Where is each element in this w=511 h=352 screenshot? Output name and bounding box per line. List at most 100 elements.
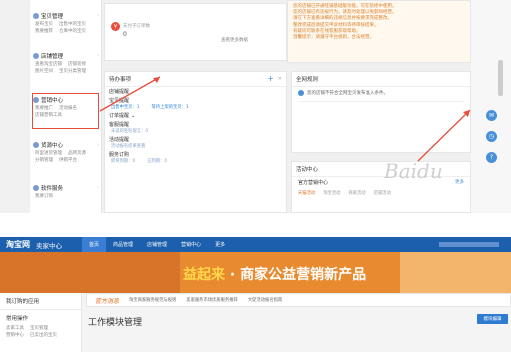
- chevron-right-icon: ›: [97, 13, 99, 19]
- todo-group-head[interactable]: 店铺提醒: [109, 88, 129, 95]
- news-item[interactable]: 卖家服务市场优质服务推荐: [186, 297, 238, 303]
- banner-brand: 益起来: [183, 267, 225, 283]
- sidebar-link[interactable]: 出售中的宝贝: [59, 21, 86, 27]
- todo-group-head[interactable]: 宝贝提醒: [109, 97, 129, 104]
- pay-icon: ¥: [111, 22, 120, 31]
- chevron-right-icon: ›: [97, 185, 99, 191]
- highlight-marketing-section: [32, 93, 99, 129]
- help-icon[interactable]: ?: [486, 152, 497, 163]
- nav-more[interactable]: 更多: [208, 237, 232, 252]
- banner-left-image: [0, 252, 180, 293]
- announcement-line: 温馨提示：请遵守平台规则，合法经营。: [293, 35, 374, 41]
- sidebar-section-goods[interactable]: 宝贝管理 › 发布宝贝 出售中的宝贝 我要推荐 仓库中的宝贝: [33, 12, 99, 34]
- stat-value: 0: [123, 31, 127, 38]
- software-icon: [33, 185, 39, 191]
- todo-item[interactable]: 已到期：0: [147, 158, 167, 164]
- sidebar-link[interactable]: 营销中心: [6, 332, 24, 338]
- tab-shop[interactable]: 店铺活动: [374, 190, 391, 196]
- activity-subtitle: 官方营销中心: [298, 180, 329, 186]
- chat-icon[interactable]: ✉: [486, 110, 497, 121]
- todo-item[interactable]: 活动报名结果查看: [111, 143, 145, 149]
- todo-group-head[interactable]: 订单提醒: [109, 112, 129, 119]
- todo-item[interactable]: 等待上架的宝贝：1: [152, 104, 189, 110]
- nav-goods[interactable]: 商品管理: [106, 237, 140, 252]
- rules-notice: 您的店铺不符合全网宝贝发布准入条件。: [307, 91, 388, 96]
- right-toolbar: [471, 0, 511, 213]
- todo-group-head[interactable]: 客服提醒: [109, 121, 129, 128]
- sidebar-link[interactable]: 卖家工具: [6, 325, 24, 331]
- supply-icon: [33, 142, 39, 148]
- banner-title: · 商家公益营销新产品: [225, 267, 367, 283]
- todo-item[interactable]: 未读的旺旺留言：0: [111, 128, 148, 134]
- todo-group-head[interactable]: 服务订购: [109, 151, 129, 158]
- tab-tmall[interactable]: 天猫活动: [298, 190, 315, 196]
- chevron-right-icon: ›: [97, 142, 99, 148]
- stat-label: 支付子订单数: [123, 24, 150, 29]
- shop-icon: [33, 53, 39, 59]
- clock-icon[interactable]: ◷: [486, 131, 497, 142]
- rules-title: 全网规则: [296, 77, 319, 83]
- sidebar-link[interactable]: 宝贝管理: [30, 325, 48, 331]
- activity-title: 活动中心: [296, 167, 319, 173]
- sidebar-link[interactable]: 店铺装修: [68, 61, 86, 67]
- official-news-title: 官方消息: [95, 297, 120, 305]
- nav-home[interactable]: 首页: [82, 237, 107, 252]
- spacer: [0, 213, 511, 237]
- announcement-panel: 您的店铺已开通旺铺基础版功能，可在装修中使用。 您的店铺已有违规行为，请及时处理…: [287, 0, 471, 63]
- top-nav: 淘宝网 卖家中心 首页 商品管理 店铺管理 营销中心 更多: [0, 237, 511, 252]
- sidebar-link[interactable]: 我要推荐: [35, 28, 53, 34]
- todo-panel: 待办事项 + ✕ 店铺提醒 ⌄ 宝贝提醒 出售中宝贝：1 等待上架的宝贝：1 订单提醒 ⌄…: [104, 71, 287, 213]
- official-news-bar: 官方消息 淘宝商家服务规范与规则 卖家服务市场优质服务推荐 大促活动报名指南: [86, 293, 511, 307]
- sidebar-link[interactable]: 供销平台: [59, 157, 77, 163]
- todo-item[interactable]: 出售中宝贝：1: [111, 104, 140, 110]
- todo-item[interactable]: 即将到期：0: [111, 158, 135, 164]
- activity-panel: 活动中心 官方营销中心 更多 天猫活动 淘宝活动 商家活动 店铺活动: [291, 161, 471, 213]
- promo-banner[interactable]: 益起来 · 商家公益营销新产品: [0, 252, 511, 293]
- left-sidebar-2: 我订购的应用 常用操作 卖家工具 宝贝管理 营销中心 已卖出的宝贝: [0, 293, 82, 352]
- chevron-down-icon: ⌄: [131, 88, 136, 95]
- chevron-down-icon: ⌄: [131, 112, 136, 119]
- chevron-right-icon: ›: [97, 53, 99, 59]
- sidebar-link[interactable]: 仓库中的宝贝: [59, 28, 86, 34]
- module-management-title: 工作模块管理: [88, 318, 143, 328]
- news-item[interactable]: 淘宝商家服务规范与规则: [129, 297, 176, 303]
- scrollbar-thumb[interactable]: [498, 60, 503, 96]
- seller-center-screenshot-2: 淘宝网 卖家中心 首页 商品管理 店铺管理 营销中心 更多 益起来 · 商家公益…: [0, 237, 511, 352]
- news-item[interactable]: 大促活动报名指南: [248, 297, 282, 303]
- user-info[interactable]: [439, 242, 499, 247]
- sidebar-link[interactable]: 图片空间: [35, 68, 53, 74]
- goods-icon: [33, 13, 39, 19]
- activity-more-link[interactable]: 更多: [455, 179, 464, 186]
- sidebar-link[interactable]: 品牌货源: [68, 150, 86, 156]
- sidebar-link[interactable]: 我要订购: [35, 193, 53, 199]
- baidu-watermark: Baidu: [384, 159, 443, 183]
- close-icon[interactable]: ✕: [278, 76, 282, 82]
- nav-shop[interactable]: 店铺管理: [140, 237, 174, 252]
- sidebar-section-shop[interactable]: 店铺管理 › 查看淘宝店铺 店铺装修 图片空间 宝贝分类管理: [33, 52, 99, 74]
- more-data-link[interactable]: 查看更多数据: [221, 37, 248, 43]
- module-edit-button[interactable]: 模块编辑: [477, 314, 508, 324]
- sidebar-link[interactable]: 查看淘宝店铺: [35, 61, 62, 67]
- taobao-logo[interactable]: 淘宝网: [0, 239, 30, 250]
- tab-taobao[interactable]: 淘宝活动: [323, 190, 340, 196]
- sidebar-section-software[interactable]: 软件服务 › 我要订购: [33, 184, 99, 199]
- my-apps-title[interactable]: 我订购的应用: [0, 293, 81, 310]
- tab-merchant[interactable]: 商家活动: [348, 190, 365, 196]
- sidebar-link[interactable]: 发布宝贝: [35, 21, 53, 27]
- todo-title: 待办事项: [109, 77, 132, 83]
- todo-group-head[interactable]: 活动提醒: [109, 136, 129, 143]
- sidebar-section-supply[interactable]: 货源中心 › 阿里进货管理 品牌货源 分销管理 供销平台: [33, 141, 99, 163]
- main-content-2: 官方消息 淘宝商家服务规范与规则 卖家服务市场优质服务推荐 大促活动报名指南 工…: [86, 293, 511, 352]
- add-icon[interactable]: +: [267, 75, 274, 83]
- sidebar-link[interactable]: 宝贝分类管理: [59, 68, 86, 74]
- sidebar-link[interactable]: 分销管理: [35, 157, 53, 163]
- rules-panel: 全网规则 您的店铺不符合全网宝贝发布准入条件。: [291, 71, 471, 153]
- sidebar-link[interactable]: 已卖出的宝贝: [30, 332, 57, 338]
- seller-center-screenshot-1: 宝贝管理 › 发布宝贝 出售中的宝贝 我要推荐 仓库中的宝贝 店铺管理 › 查看淘宝店铺…: [0, 0, 511, 213]
- info-icon: [298, 90, 304, 96]
- banner-right-image: [400, 252, 511, 293]
- nav-marketing[interactable]: 营销中心: [174, 237, 208, 252]
- stats-panel: ¥ 支付子订单数 0 查看更多数据: [104, 3, 287, 61]
- sidebar-link[interactable]: 阿里进货管理: [35, 150, 62, 156]
- common-ops-title: 常用操作: [6, 316, 29, 322]
